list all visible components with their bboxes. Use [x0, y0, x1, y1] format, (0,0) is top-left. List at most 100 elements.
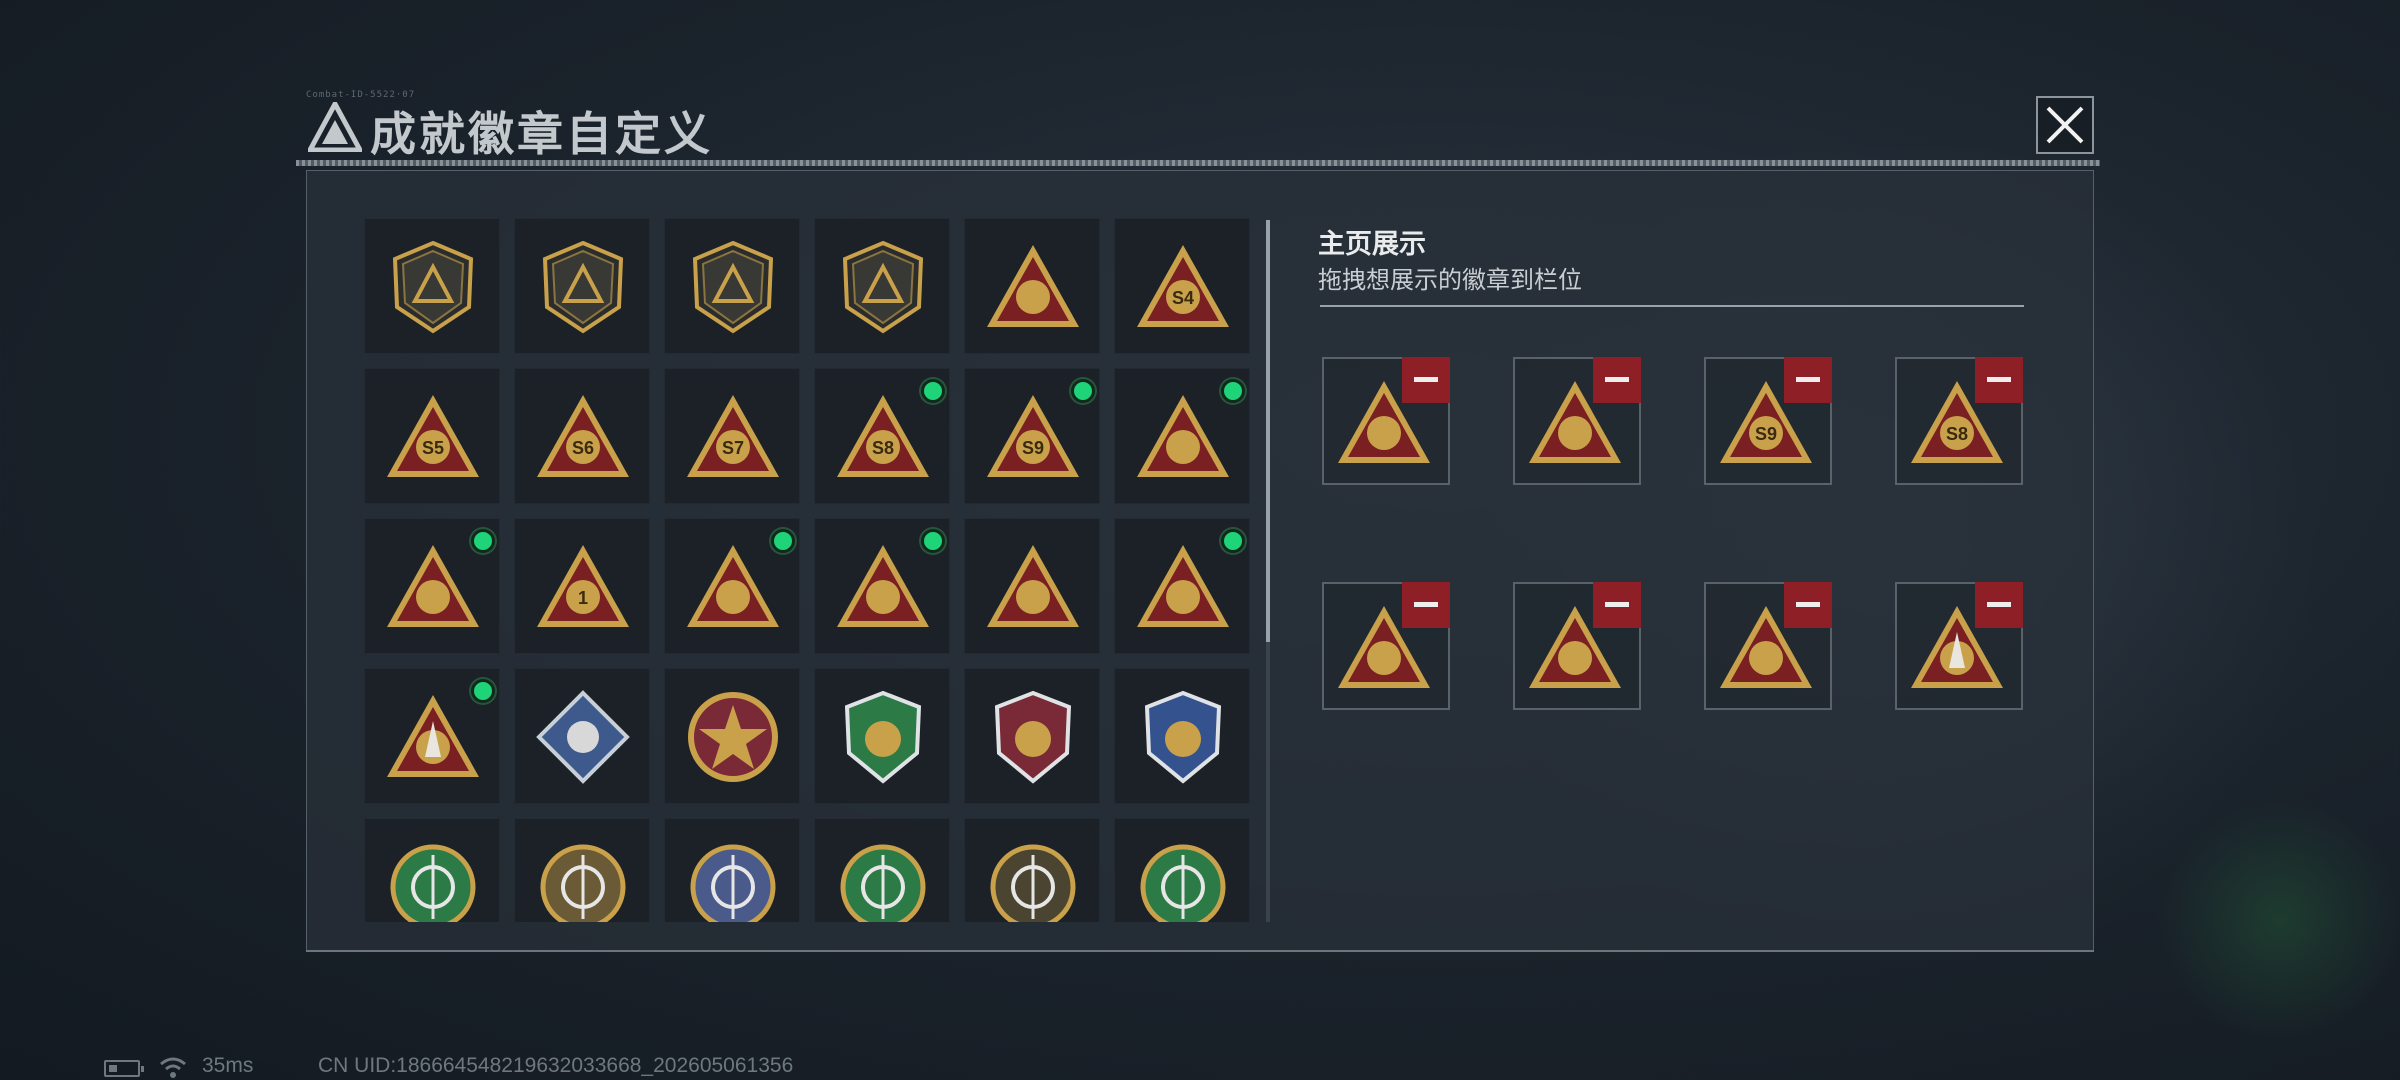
badge-cell[interactable] — [664, 818, 800, 922]
svg-text:S4: S4 — [1172, 288, 1194, 308]
badge-collection[interactable]: S4 S5 S6 S7 S8 S9 1 — [364, 218, 1256, 922]
remove-badge-button[interactable] — [1593, 582, 1641, 628]
uid-text: CN UID:186664548219632033668_20260506135… — [318, 1054, 794, 1077]
remove-badge-button[interactable] — [1975, 582, 2023, 628]
badge-cell[interactable]: S8 — [814, 368, 950, 504]
star-medallion-badge-icon — [688, 692, 778, 782]
home-display-title: 主页展示 — [1318, 229, 1426, 259]
knife-bronze-badge-icon — [990, 844, 1076, 922]
badge-cell[interactable] — [664, 668, 800, 804]
rocket-triangle-badge-icon — [387, 695, 479, 777]
new-indicator-dot — [921, 529, 945, 553]
smg-green-badge-icon — [1140, 844, 1226, 922]
display-slot[interactable] — [1322, 357, 1450, 485]
badge-grid: S4 S5 S6 S7 S8 S9 1 — [364, 218, 1250, 922]
dagger-shield-badge-icon — [842, 240, 924, 334]
badge-cell[interactable] — [364, 818, 500, 922]
remove-badge-button[interactable] — [1784, 357, 1832, 403]
dish-triangle-badge-icon — [987, 245, 1079, 327]
helicopter-shield-badge-icon — [542, 240, 624, 334]
new-indicator-dot — [1221, 379, 1245, 403]
nest-triangle-badge-icon — [387, 545, 479, 627]
new-indicator-dot — [921, 379, 945, 403]
badge-cell[interactable] — [814, 818, 950, 922]
svg-text:S5: S5 — [422, 438, 444, 458]
new-indicator-dot — [771, 529, 795, 553]
close-button[interactable] — [2036, 96, 2094, 154]
remove-badge-button[interactable] — [1593, 357, 1641, 403]
badge-cell[interactable] — [964, 518, 1100, 654]
badge-cell[interactable] — [814, 668, 950, 804]
badge-cell[interactable] — [964, 818, 1100, 922]
badge-cell[interactable] — [1114, 818, 1250, 922]
badge-cell[interactable] — [514, 818, 650, 922]
lantern-triangle-badge-icon — [837, 545, 929, 627]
remove-badge-button[interactable] — [1784, 582, 1832, 628]
badge-cell[interactable] — [514, 668, 650, 804]
badge-cell[interactable] — [814, 218, 950, 354]
panel-bottom-border — [306, 950, 2094, 952]
display-slot[interactable]: S8 — [1895, 357, 2023, 485]
diamond-shield-badge-icon — [692, 240, 774, 334]
badge-cell[interactable] — [1114, 668, 1250, 804]
close-icon — [2046, 106, 2084, 144]
number-one-triangle-badge-icon: 1 — [537, 545, 629, 627]
home-display-divider — [1320, 305, 2024, 307]
battery-icon — [104, 1060, 144, 1077]
sniper-gold-badge-icon — [690, 844, 776, 922]
badge-cell[interactable] — [1114, 518, 1250, 654]
badge-cell[interactable] — [814, 518, 950, 654]
badge-cell[interactable]: 1 — [514, 518, 650, 654]
badge-cell[interactable] — [364, 518, 500, 654]
gold-star-crest-badge-icon — [994, 690, 1072, 784]
display-slot[interactable] — [1704, 582, 1832, 710]
badge-cell[interactable] — [664, 518, 800, 654]
badge-scrollbar[interactable] — [1266, 220, 1270, 922]
display-slot[interactable] — [1513, 582, 1641, 710]
display-slot[interactable] — [1895, 582, 2023, 710]
badge-cell[interactable]: S5 — [364, 368, 500, 504]
header-divider — [296, 160, 2100, 166]
remove-badge-button[interactable] — [1402, 582, 1450, 628]
triangle-shield-badge-icon — [392, 240, 474, 334]
display-slot[interactable] — [1513, 357, 1641, 485]
badge-cell[interactable]: S6 — [514, 368, 650, 504]
wifi-icon — [160, 1057, 186, 1078]
svg-text:1: 1 — [578, 588, 588, 608]
s7-triangle-badge-icon: S7 — [687, 395, 779, 477]
blue-gem-crest-badge-icon — [1144, 690, 1222, 784]
scrollbar-thumb[interactable] — [1266, 220, 1270, 642]
s6-triangle-badge-icon: S6 — [537, 395, 629, 477]
badge-cell[interactable] — [514, 218, 650, 354]
background-green-glow — [2150, 800, 2400, 1040]
badge-cell[interactable] — [364, 668, 500, 804]
skull-scope-badge-icon — [390, 844, 476, 922]
badge-cell[interactable] — [664, 218, 800, 354]
badge-cell[interactable]: S4 — [1114, 218, 1250, 354]
svg-text:S8: S8 — [1946, 424, 1968, 444]
badge-cell[interactable] — [1114, 368, 1250, 504]
s9-triangle-badge-icon: S9 — [987, 395, 1079, 477]
badge-cell[interactable] — [964, 668, 1100, 804]
badge-cell[interactable] — [364, 218, 500, 354]
medal-triangle-badge-icon — [1137, 395, 1229, 477]
new-indicator-dot — [1221, 529, 1245, 553]
svg-text:S9: S9 — [1022, 438, 1044, 458]
page-title: 成就徽章自定义 — [370, 108, 713, 160]
bear-head-badge-icon — [540, 844, 626, 922]
new-indicator-dot — [471, 529, 495, 553]
badge-cell[interactable]: S7 — [664, 368, 800, 504]
display-slot[interactable]: S9 — [1704, 357, 1832, 485]
badge-cell[interactable]: S9 — [964, 368, 1100, 504]
badge-cell[interactable] — [964, 218, 1100, 354]
s8-triangle-badge-icon: S8 — [837, 395, 929, 477]
svg-text:S9: S9 — [1755, 424, 1777, 444]
display-slot[interactable] — [1322, 582, 1450, 710]
remove-badge-button[interactable] — [1402, 357, 1450, 403]
delta-logo-icon — [308, 102, 362, 152]
kneeling-soldier-triangle-badge-icon — [987, 545, 1079, 627]
svg-text:S6: S6 — [572, 438, 594, 458]
rose-diamond-badge-icon — [536, 690, 630, 784]
remove-badge-button[interactable] — [1975, 357, 2023, 403]
svg-text:S7: S7 — [722, 438, 744, 458]
